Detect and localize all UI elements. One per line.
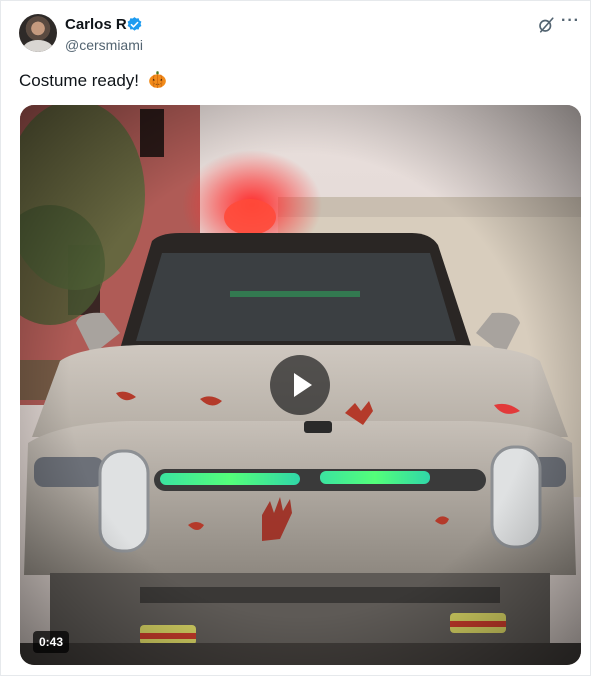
- tweet-card[interactable]: Carlos R @cersmiami ··· Costume ready! 0…: [0, 0, 591, 676]
- grok-icon[interactable]: [537, 16, 555, 34]
- avatar[interactable]: [19, 14, 57, 52]
- avatar-shoulder: [23, 40, 53, 52]
- author-handle[interactable]: @cersmiami: [65, 37, 143, 53]
- video-player[interactable]: 0:43: [20, 105, 581, 665]
- post-text: Costume ready!: [19, 70, 167, 91]
- post-text-content: Costume ready!: [19, 71, 139, 90]
- pumpkin-icon: [148, 71, 166, 88]
- video-duration: 0:43: [33, 631, 70, 653]
- author-name[interactable]: Carlos R: [65, 16, 127, 33]
- play-icon: [294, 373, 312, 397]
- more-icon[interactable]: ···: [561, 12, 580, 30]
- play-button[interactable]: [270, 355, 330, 415]
- verified-badge-icon: [127, 17, 142, 31]
